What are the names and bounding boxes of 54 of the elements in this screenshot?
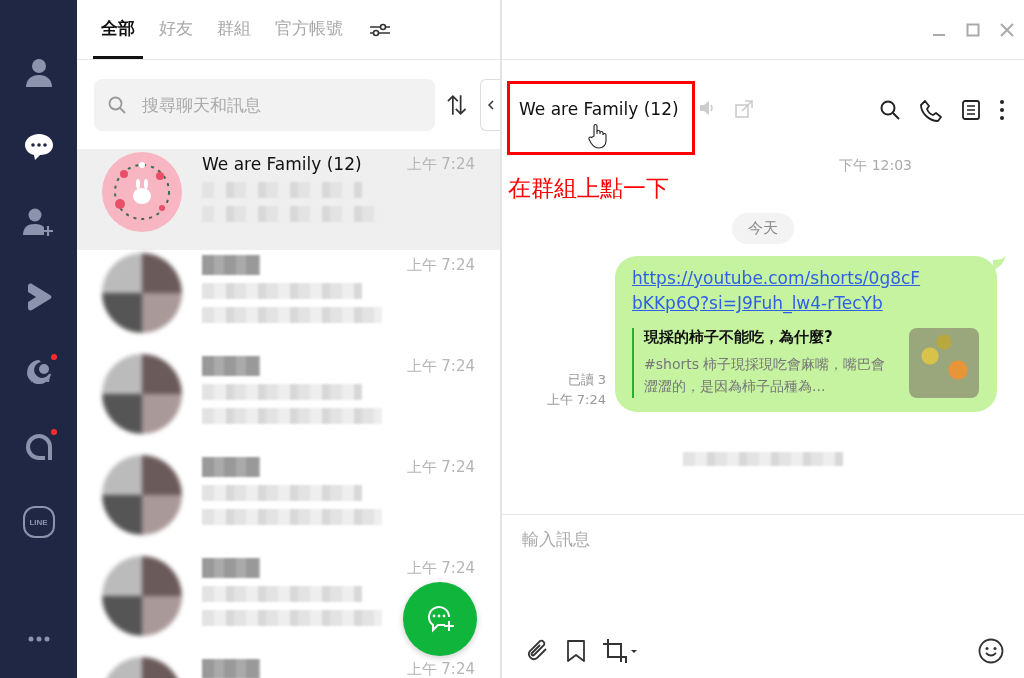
chat-time: 上午 7:24 bbox=[406, 659, 475, 678]
chat-time: 上午 7:24 bbox=[406, 154, 475, 174]
hand-cursor-icon bbox=[588, 123, 608, 149]
message-time: 下午 12:03 bbox=[838, 156, 913, 175]
chat-name: We are Family (12) bbox=[202, 154, 363, 174]
chat-time: 上午 7:24 bbox=[406, 558, 475, 578]
blurred-name bbox=[202, 558, 260, 578]
blurred-name bbox=[202, 255, 260, 275]
tab[interactable]: 群組 bbox=[209, 0, 259, 59]
read-receipt: 已讀 3 bbox=[567, 371, 606, 389]
notes-icon[interactable] bbox=[962, 100, 980, 120]
search-icon bbox=[108, 95, 126, 114]
link[interactable]: https://youtube.com/shorts/0g8cFbKKp6Q?si=J9Fuh_lw4-rTecYb bbox=[632, 266, 927, 316]
preview-description: #shorts 柿子現採現吃會麻嘴，嘴巴會澀澀的，是因為柿子品種為... bbox=[644, 355, 887, 396]
message-time: 上午 7:24 bbox=[546, 391, 606, 409]
paperclip-icon[interactable] bbox=[526, 639, 550, 663]
smiley-icon[interactable] bbox=[978, 638, 1004, 664]
person-icon bbox=[24, 57, 53, 87]
annotation-text: 在群組上點一下 bbox=[508, 174, 669, 203]
letter-a-icon bbox=[24, 433, 53, 461]
chat-row[interactable]: 上午 7:24 bbox=[77, 351, 500, 452]
chat-row[interactable]: We are Family (12) 上午 7:24 bbox=[77, 149, 500, 250]
chat-title[interactable]: We are Family (12) bbox=[519, 98, 679, 120]
tab[interactable]: 全部 bbox=[93, 0, 143, 59]
preview-title: 現採的柿子不能吃，為什麼? bbox=[644, 328, 834, 347]
chat-row[interactable]: 上午 7:24 bbox=[77, 452, 500, 553]
date-pill: 今天 bbox=[732, 213, 794, 244]
blurred-name bbox=[202, 457, 260, 477]
chevron-left-icon bbox=[487, 99, 494, 110]
search-icon[interactable] bbox=[880, 100, 900, 120]
blurred-name bbox=[202, 659, 260, 678]
new-chat-button[interactable] bbox=[403, 582, 477, 656]
chat-plus-icon bbox=[425, 605, 455, 633]
chat-time: 上午 7:24 bbox=[406, 255, 475, 275]
bookmark-icon[interactable] bbox=[566, 640, 586, 662]
chat-time: 上午 7:24 bbox=[406, 457, 475, 477]
chat-bubble-icon bbox=[23, 133, 54, 161]
tab[interactable]: 好友 bbox=[151, 0, 201, 59]
blurred-name bbox=[202, 356, 260, 376]
moon-icon bbox=[24, 358, 53, 386]
speaker-icon bbox=[698, 100, 715, 116]
sort-icon[interactable] bbox=[447, 93, 467, 116]
chat-row[interactable]: 上午 7:24 bbox=[77, 250, 500, 351]
more-icon[interactable] bbox=[1000, 100, 1004, 120]
chat-row[interactable]: 上午 7:24 bbox=[77, 654, 500, 678]
chat-time: 上午 7:24 bbox=[406, 356, 475, 376]
crop-icon[interactable] bbox=[602, 638, 638, 664]
phone-icon[interactable] bbox=[920, 100, 942, 122]
tab[interactable]: 官方帳號 bbox=[267, 0, 351, 59]
search-field[interactable]: 搜尋聊天和訊息 bbox=[94, 78, 435, 131]
sliders-icon[interactable] bbox=[369, 22, 391, 37]
add-person-icon bbox=[22, 207, 55, 237]
photo-placeholder bbox=[909, 328, 979, 398]
chat-row[interactable]: 上午 7:24 bbox=[77, 553, 500, 654]
